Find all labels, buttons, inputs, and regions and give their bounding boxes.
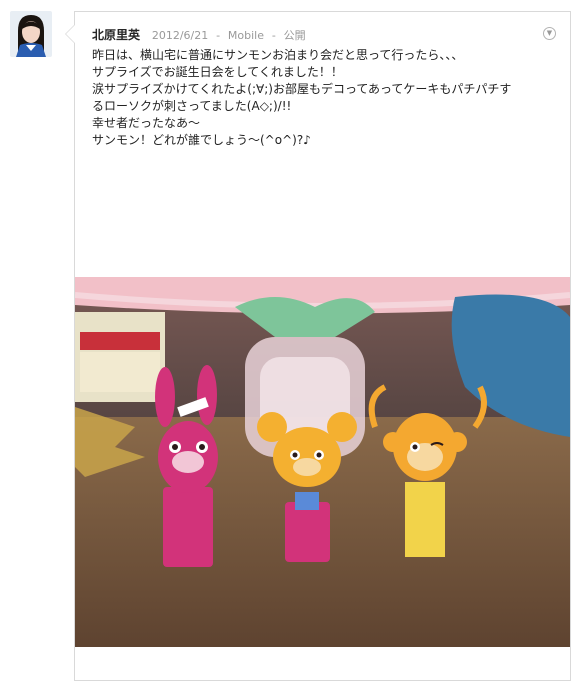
card-pointer-inner (66, 25, 75, 43)
post-source: Mobile (227, 29, 264, 42)
chevron-down-icon[interactable]: ▼ (543, 27, 556, 40)
post-line: るローソクが刺さってました(A◇;)/!! (92, 99, 292, 113)
meta-separator: - (216, 29, 221, 42)
meta-separator: - (271, 29, 276, 42)
post-line: 涙サプライズかけてくれたよ(;∀;)お部屋もデコってあってケーキもパチパチす (92, 82, 512, 96)
post-line: サンモン！どれが誰でしょう〜(^o^)?♪ (92, 133, 311, 147)
post-visibility[interactable]: 公開 (284, 29, 306, 42)
post-line: 昨日は、横山宅に普通にサンモンお泊まり会だと思って行ったら、、、 (92, 48, 464, 62)
post-line: サプライズでお誕生日会をしてくれました！！ (92, 65, 343, 79)
post-date[interactable]: 2012/6/21 (152, 29, 208, 42)
post-card: 北原里英 2012/6/21 - Mobile - 公開 ▼ 昨日は、横山宅に普… (74, 11, 571, 681)
author-name[interactable]: 北原里英 (92, 28, 140, 42)
post-body: 昨日は、横山宅に普通にサンモンお泊まり会だと思って行ったら、、、 サプライズでお… (92, 47, 558, 149)
post-header: 北原里英 2012/6/21 - Mobile - 公開 (92, 26, 306, 43)
post-line: 幸せ者だったなあ〜 (92, 116, 201, 130)
avatar[interactable] (10, 11, 52, 57)
post-photo[interactable] (75, 277, 570, 647)
